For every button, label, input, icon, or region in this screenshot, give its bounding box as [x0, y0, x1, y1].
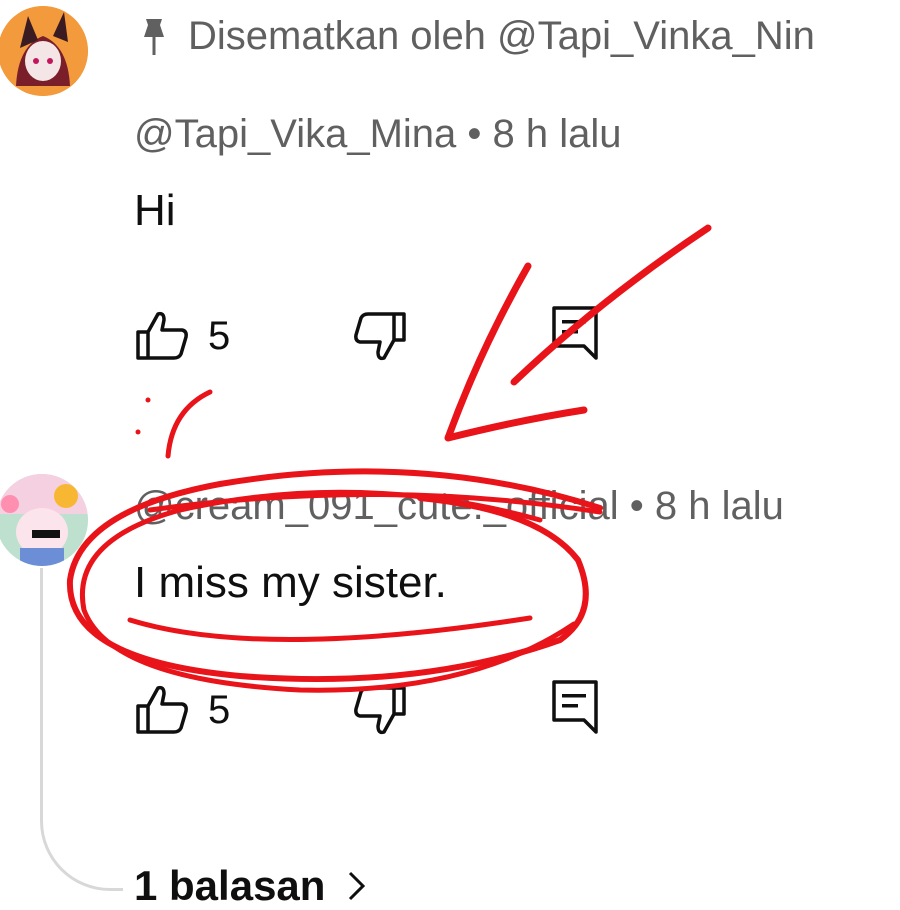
meta-separator: • [467, 112, 482, 156]
pin-icon [144, 18, 164, 55]
thread-connector-line [40, 568, 123, 891]
comment-meta-1: @Tapi_Vika_Mina • 8 h lalu [134, 112, 622, 157]
like-count-1: 5 [208, 313, 231, 358]
pinned-by-line: Disematkan oleh @Tapi_Vinka_Nin [140, 14, 815, 59]
comment-author-1[interactable]: @Tapi_Vika_Mina [134, 112, 456, 156]
annotation-arrow-shaft [510, 224, 712, 386]
chevron-right-icon [349, 871, 366, 901]
reply-icon [552, 680, 598, 734]
replies-label: 1 balasan [134, 862, 326, 909]
avatar-cream-091[interactable] [0, 474, 88, 566]
avatar-tapi-vika-mina[interactable] [0, 6, 88, 96]
like-icon [136, 311, 188, 360]
annotation-dot [145, 397, 151, 403]
comment-text-2: I miss my sister. [134, 558, 447, 607]
avatar-art [0, 474, 88, 566]
like-button-2[interactable]: 5 [134, 684, 230, 736]
avatar-art [0, 6, 88, 96]
pinned-by-label: Disematkan oleh @Tapi_Vinka_Nin [188, 14, 815, 58]
reply-icon [552, 306, 598, 360]
comment-author-2[interactable]: @cream_091_cute._official [134, 484, 619, 528]
annotation-dot [135, 429, 141, 435]
like-count-2: 5 [208, 687, 231, 732]
comment-text-1: Hi [134, 186, 176, 235]
dislike-button-2[interactable] [352, 684, 408, 741]
dislike-icon [354, 686, 406, 735]
view-replies-button[interactable]: 1 balasan [134, 862, 367, 910]
comment-time-2: 8 h lalu [654, 484, 784, 528]
reply-button-2[interactable] [550, 678, 600, 741]
annotation-circle-loop [127, 615, 533, 643]
like-icon [136, 685, 188, 734]
meta-separator: • [629, 484, 644, 528]
comment-time-1: 8 h lalu [492, 112, 622, 156]
annotation-small-curve [165, 389, 213, 459]
like-button-1[interactable]: 5 [134, 310, 230, 362]
dislike-icon [354, 312, 406, 361]
reply-button-1[interactable] [550, 304, 600, 367]
comment-meta-2: @cream_091_cute._official • 8 h lalu [134, 484, 784, 529]
dislike-button-1[interactable] [352, 310, 408, 367]
